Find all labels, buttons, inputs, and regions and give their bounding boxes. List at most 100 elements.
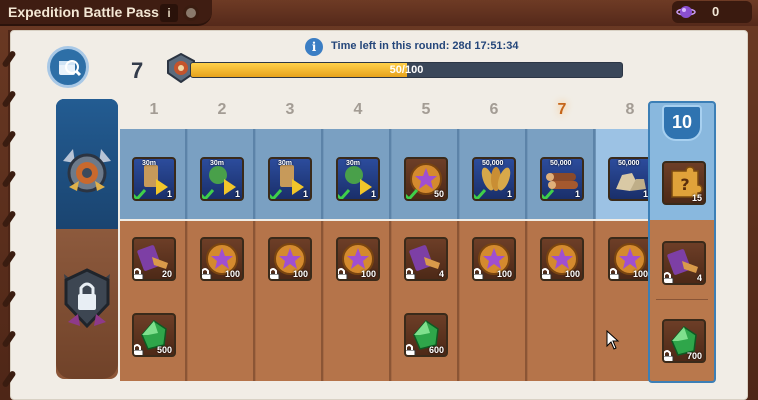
- reward-quantity: 1: [506, 189, 512, 199]
- reward-quantity: 4: [696, 273, 702, 283]
- reward-quantity: 100: [292, 269, 308, 279]
- premium-reward-cell: 100: [188, 221, 255, 381]
- time-left-text: Time left in this round: 28d 17:51:34: [331, 40, 519, 52]
- reward-quantity: 1: [166, 189, 172, 199]
- currency-display[interactable]: 0: [672, 1, 752, 23]
- settings-dot-button[interactable]: [183, 5, 199, 21]
- premium-reward-area: 20 500 100 100 100 4 600 100 100 100: [120, 221, 663, 381]
- premium-reward-item[interactable]: 600: [404, 313, 448, 357]
- reward-quantity: 20: [161, 269, 172, 279]
- info-button[interactable]: i: [160, 4, 178, 22]
- premium-reward-item[interactable]: 4: [404, 237, 448, 281]
- lock-icon: [270, 268, 280, 279]
- reward-quantity: 100: [496, 269, 512, 279]
- claimed-check-icon: [474, 189, 487, 199]
- free-reward-item[interactable]: 30m 1: [132, 157, 176, 201]
- lock-icon: [202, 268, 212, 279]
- premium-reward-cell: 100: [324, 221, 391, 381]
- premium-milestone-column[interactable]: 10 ? 15 4 700: [648, 101, 716, 383]
- free-reward-cell: 30m 1: [188, 129, 255, 219]
- premium-reward-item[interactable]: 100: [268, 237, 312, 281]
- reward-quantity: 50: [433, 189, 444, 199]
- reward-quantity: 100: [632, 269, 648, 279]
- claimed-check-icon: [270, 189, 283, 199]
- reward-amount: 50,000: [550, 160, 572, 167]
- free-reward-item[interactable]: 50,000 1: [540, 157, 584, 201]
- level-number-4: 4: [353, 101, 363, 118]
- free-reward-cell: 50,000 1: [528, 129, 595, 219]
- progress-current: 50: [389, 64, 402, 76]
- reward-amount: 30m: [278, 160, 293, 167]
- free-reward-cell: 50: [392, 129, 459, 219]
- lock-icon: [664, 350, 674, 361]
- reward-quantity: 100: [360, 269, 376, 279]
- reward-amount: 30m: [346, 160, 361, 167]
- magnifier-chest-icon: [59, 60, 82, 77]
- premium-reward-item[interactable]: 100: [540, 237, 584, 281]
- reward-quantity: 600: [428, 345, 444, 355]
- premium-reward-item[interactable]: 100: [336, 237, 380, 281]
- reward-quantity: 4: [438, 269, 444, 279]
- level-number-6: 6: [489, 101, 499, 118]
- reward-amount: 30m: [210, 160, 225, 167]
- reward-quantity: 1: [370, 189, 376, 199]
- claimed-check-icon: [202, 189, 215, 199]
- tier-ribbon: [56, 99, 118, 379]
- claimed-check-icon: [134, 189, 147, 199]
- reward-quantity: 700: [686, 351, 702, 361]
- free-reward-item[interactable]: 50,000 1: [472, 157, 516, 201]
- free-reward-cell: 30m 1: [324, 129, 391, 219]
- reward-quantity: 1: [574, 189, 580, 199]
- reward-quantity: 15: [691, 193, 702, 203]
- lock-icon: [610, 268, 620, 279]
- premium-emerald-reward[interactable]: 700: [662, 319, 706, 363]
- level-header-row: 12345678: [120, 95, 650, 125]
- premium-reward-cell: 100: [256, 221, 323, 381]
- free-reward-item[interactable]: 30m 1: [200, 157, 244, 201]
- claimed-check-icon: [406, 189, 419, 199]
- lock-icon: [134, 268, 144, 279]
- mystery-puzzle-reward[interactable]: ? 15: [662, 161, 706, 205]
- svg-text:?: ?: [680, 175, 689, 194]
- premium-reward-item[interactable]: 100: [608, 237, 652, 281]
- level-number-2: 2: [217, 101, 227, 118]
- free-reward-item[interactable]: 50,000 1: [608, 157, 652, 201]
- info-circle-icon[interactable]: i: [305, 38, 323, 56]
- details-button[interactable]: [47, 46, 89, 88]
- premium-reward-cell: 100: [528, 221, 595, 381]
- premium-reward-item[interactable]: 100: [200, 237, 244, 281]
- reward-quantity: 1: [302, 189, 308, 199]
- reward-quantity: 1: [234, 189, 240, 199]
- premium-reward-item[interactable]: 20: [132, 237, 176, 281]
- reward-quantity: 500: [156, 345, 172, 355]
- free-reward-item[interactable]: 50: [404, 157, 448, 201]
- premium-reward-item[interactable]: 500: [132, 313, 176, 357]
- premium-scroll-reward[interactable]: 4: [662, 241, 706, 285]
- mouse-cursor-icon: [606, 330, 620, 350]
- free-reward-item[interactable]: 30m 1: [336, 157, 380, 201]
- reward-quantity: 100: [224, 269, 240, 279]
- lock-icon: [406, 268, 416, 279]
- premium-tier-lock-icon: [64, 268, 110, 329]
- premium-reward-cell: 4 600: [392, 221, 459, 381]
- reward-quantity: 100: [564, 269, 580, 279]
- free-reward-item[interactable]: 30m 1: [268, 157, 312, 201]
- claimed-check-icon: [338, 189, 351, 199]
- lock-icon: [338, 268, 348, 279]
- level-progress-bar: 50/100: [190, 62, 623, 78]
- divider: [656, 299, 708, 303]
- level-number-7: 7: [557, 101, 567, 118]
- current-level-number: 7: [131, 58, 144, 83]
- planet-gem-icon: [676, 6, 696, 18]
- lock-icon: [664, 272, 674, 283]
- reward-amount: 50,000: [482, 160, 504, 167]
- title-tab: Expedition Battle Pass i: [0, 0, 212, 26]
- progress-max: 100: [404, 64, 424, 76]
- lock-icon: [134, 344, 144, 355]
- free-reward-cell: 30m 1: [120, 129, 187, 219]
- reward-amount: 30m: [142, 160, 157, 167]
- currency-value: 0: [712, 4, 720, 19]
- window-title: Expedition Battle Pass: [8, 4, 159, 20]
- premium-reward-item[interactable]: 100: [472, 237, 516, 281]
- level-number-3: 3: [285, 101, 295, 118]
